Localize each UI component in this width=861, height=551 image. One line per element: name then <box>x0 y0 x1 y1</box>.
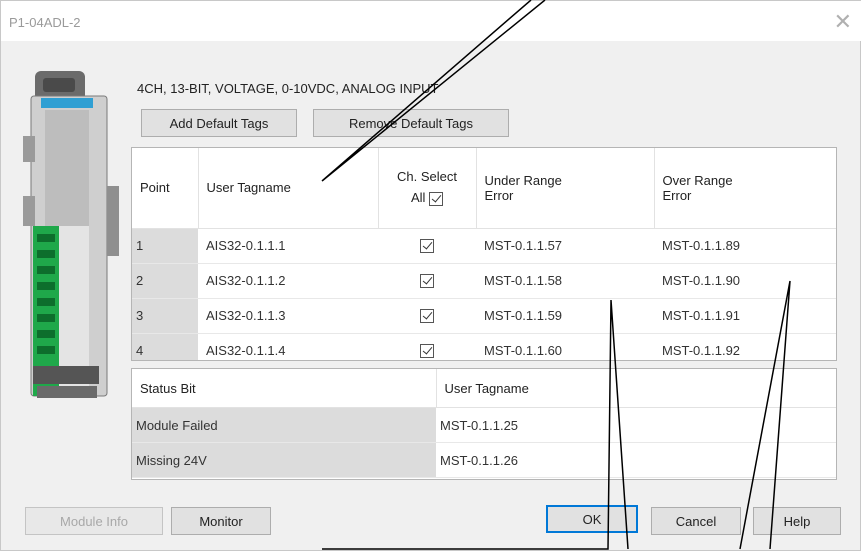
module-image <box>23 71 119 398</box>
module-label-strip <box>41 98 93 108</box>
point-number: 4 <box>132 333 198 360</box>
over-range-label: Over Range <box>662 172 733 188</box>
points-table-header: Point User Tagname Ch. Select All Under … <box>132 148 836 229</box>
user-tagname-cell[interactable]: AIS32-0.1.1.1 <box>198 228 378 264</box>
under-range-cell[interactable]: MST-0.1.1.59 <box>476 298 654 334</box>
under-range-label: Under Range <box>484 172 562 188</box>
under-range-cell[interactable]: MST-0.1.1.60 <box>476 333 654 360</box>
monitor-button[interactable]: Monitor <box>171 507 271 535</box>
header-status-bit[interactable]: Status Bit <box>132 369 437 408</box>
channel-select-checkbox[interactable] <box>420 274 434 289</box>
over-range-cell[interactable]: MST-0.1.1.90 <box>654 263 836 299</box>
over-range-cell[interactable]: MST-0.1.1.92 <box>654 333 836 360</box>
table-row[interactable]: Module Failed MST-0.1.1.25 <box>132 407 836 443</box>
header-ch-select[interactable]: Ch. Select All <box>378 148 477 229</box>
status-bit-cell: Module Failed <box>132 407 436 443</box>
channel-select-checkbox[interactable] <box>420 239 434 254</box>
module-info-button[interactable]: Module Info <box>25 507 163 535</box>
channel-select-checkbox[interactable] <box>420 344 434 359</box>
status-table: Status Bit User Tagname Module Failed MS… <box>132 369 836 478</box>
module-description: 4CH, 13-BIT, VOLTAGE, 0-10VDC, ANALOG IN… <box>137 81 439 96</box>
status-tagname-cell[interactable]: MST-0.1.1.26 <box>436 442 836 478</box>
over-range-cell[interactable]: MST-0.1.1.89 <box>654 228 836 264</box>
cancel-button[interactable]: Cancel <box>651 507 741 535</box>
user-tagname-cell[interactable]: AIS32-0.1.1.4 <box>198 333 378 360</box>
point-number: 2 <box>132 263 198 299</box>
over-range-cell[interactable]: MST-0.1.1.91 <box>654 298 836 334</box>
points-table: Point User Tagname Ch. Select All Under … <box>132 148 836 360</box>
help-button[interactable]: Help <box>753 507 841 535</box>
all-label: All <box>410 190 426 206</box>
under-range-error-label: Error <box>484 187 514 203</box>
title-bar: P1-04ADL-2 ✕ <box>1 1 861 41</box>
points-table-panel: Point User Tagname Ch. Select All Under … <box>131 147 837 361</box>
channel-select-checkbox[interactable] <box>420 309 434 324</box>
user-tagname-cell[interactable]: AIS32-0.1.1.3 <box>198 298 378 334</box>
table-row[interactable]: 2 AIS32-0.1.1.2 MST-0.1.1.58 MST-0.1.1.9… <box>132 263 836 299</box>
over-range-error-label: Error <box>662 187 692 203</box>
header-status-user-tagname[interactable]: User Tagname <box>436 369 836 408</box>
remove-default-tags-button[interactable]: Remove Default Tags <box>313 109 509 137</box>
module-config-dialog: P1-04ADL-2 ✕ 4CH, 13-BIT, VOLTAGE, 0-10V… <box>0 0 861 551</box>
table-row[interactable]: 3 AIS32-0.1.1.3 MST-0.1.1.59 MST-0.1.1.9… <box>132 298 836 334</box>
close-icon[interactable]: ✕ <box>834 11 852 33</box>
point-number: 3 <box>132 298 198 334</box>
header-point[interactable]: Point <box>132 148 199 229</box>
ch-select-label: Ch. Select <box>397 169 457 185</box>
under-range-cell[interactable]: MST-0.1.1.57 <box>476 228 654 264</box>
header-over-range-error[interactable]: Over Range Error <box>654 148 836 229</box>
point-number: 1 <box>132 228 198 264</box>
under-range-cell[interactable]: MST-0.1.1.58 <box>476 263 654 299</box>
ok-button[interactable]: OK <box>546 505 638 533</box>
table-row[interactable]: 1 AIS32-0.1.1.1 MST-0.1.1.57 MST-0.1.1.8… <box>132 228 836 264</box>
window-title: P1-04ADL-2 <box>9 15 81 30</box>
header-under-range-error[interactable]: Under Range Error <box>476 148 655 229</box>
status-table-header: Status Bit User Tagname <box>132 369 836 408</box>
status-table-panel: Status Bit User Tagname Module Failed MS… <box>131 368 837 480</box>
select-all-checkbox[interactable] <box>429 192 444 207</box>
status-tagname-cell[interactable]: MST-0.1.1.25 <box>436 407 836 443</box>
header-user-tagname[interactable]: User Tagname <box>198 148 379 229</box>
user-tagname-cell[interactable]: AIS32-0.1.1.2 <box>198 263 378 299</box>
table-row[interactable]: Missing 24V MST-0.1.1.26 <box>132 442 836 478</box>
status-bit-cell: Missing 24V <box>132 442 436 478</box>
add-default-tags-button[interactable]: Add Default Tags <box>141 109 297 137</box>
table-row[interactable]: 4 AIS32-0.1.1.4 MST-0.1.1.60 MST-0.1.1.9… <box>132 333 836 360</box>
